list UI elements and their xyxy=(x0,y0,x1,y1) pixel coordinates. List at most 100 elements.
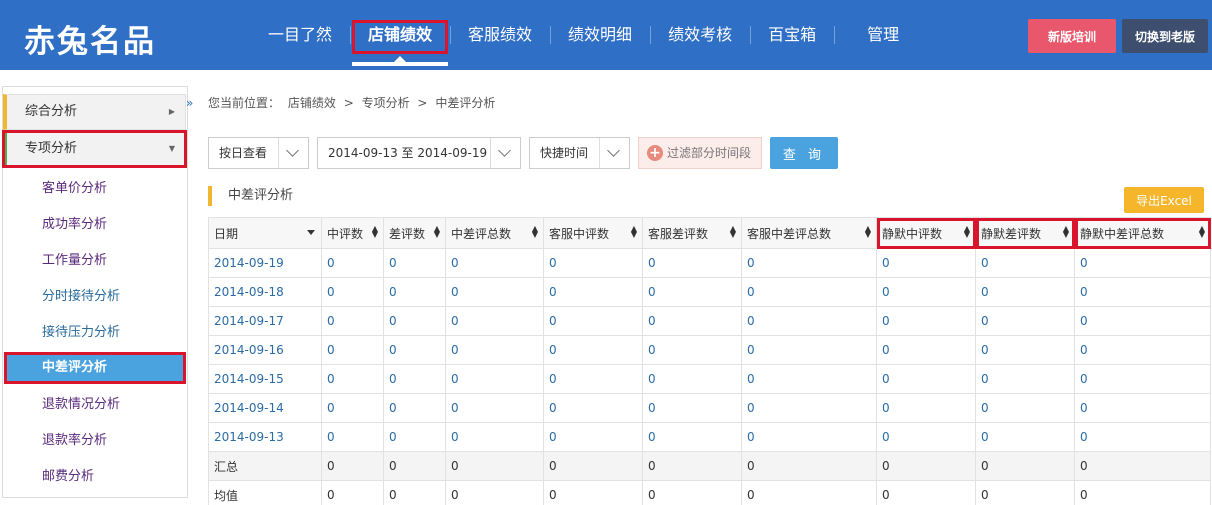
table-cell-value[interactable]: 0 xyxy=(642,393,742,423)
column-header-service-total[interactable]: 客服中差评总数 ▲ ▼ xyxy=(741,217,877,249)
table-cell-value[interactable]: 0 xyxy=(543,335,643,365)
sidebar-group-overall-analysis[interactable]: 综合分析 ▶ xyxy=(3,94,186,130)
table-cell-value[interactable]: 0 xyxy=(741,422,877,452)
table-cell-value[interactable]: 0 xyxy=(741,248,877,278)
breadcrumb-item[interactable]: 专项分析 xyxy=(362,96,410,110)
sidebar-item-workload[interactable]: 工作量分析 xyxy=(4,245,186,277)
table-cell-value[interactable]: 0 xyxy=(321,393,384,423)
column-header-service-bad[interactable]: 客服差评数 ▲ ▼ xyxy=(642,217,742,249)
table-cell-value[interactable]: 0 xyxy=(642,335,742,365)
filter-time-range-button[interactable]: + 过滤部分时间段 xyxy=(638,137,762,169)
table-cell-label[interactable]: 2014-09-19 xyxy=(208,248,322,278)
table-cell-label[interactable]: 2014-09-14 xyxy=(208,393,322,423)
sidebar-item-unit-price[interactable]: 客单价分析 xyxy=(4,173,186,205)
table-cell-value[interactable]: 0 xyxy=(1074,335,1211,365)
table-cell-label[interactable]: 2014-09-17 xyxy=(208,306,322,336)
table-cell-value[interactable]: 0 xyxy=(1074,248,1211,278)
new-training-button[interactable]: 新版培训 xyxy=(1028,19,1116,53)
sidebar-item-bad-review-analysis[interactable]: 中差评分析 xyxy=(4,352,186,384)
sidebar-item-hourly-reception[interactable]: 分时接待分析 xyxy=(4,281,186,313)
table-cell-value[interactable]: 0 xyxy=(445,364,544,394)
table-cell-value[interactable]: 0 xyxy=(321,335,384,365)
table-cell-value[interactable]: 0 xyxy=(642,277,742,307)
table-cell-label[interactable]: 2014-09-18 xyxy=(208,277,322,307)
export-excel-button[interactable]: 导出Excel xyxy=(1124,187,1204,213)
table-cell-value[interactable]: 0 xyxy=(642,248,742,278)
collapse-sidebar-icon[interactable]: » xyxy=(186,96,193,110)
table-cell-value[interactable]: 0 xyxy=(642,364,742,394)
column-header-mid-reviews[interactable]: 中评数 ▲ ▼ xyxy=(321,217,384,249)
table-cell-value[interactable]: 0 xyxy=(445,277,544,307)
table-cell-value[interactable]: 0 xyxy=(321,364,384,394)
table-cell-value[interactable]: 0 xyxy=(741,364,877,394)
column-header-service-mid[interactable]: 客服中评数 ▲ ▼ xyxy=(543,217,643,249)
date-range-select[interactable]: 2014-09-13 至 2014-09-19 xyxy=(317,137,521,169)
table-cell-value[interactable]: 0 xyxy=(1074,393,1211,423)
column-header-bad-reviews[interactable]: 差评数 ▲ ▼ xyxy=(383,217,446,249)
table-cell-value[interactable]: 0 xyxy=(543,306,643,336)
table-cell-value[interactable]: 0 xyxy=(741,393,877,423)
app-logo[interactable]: 赤兔名品 xyxy=(24,16,156,61)
table-cell-value[interactable]: 0 xyxy=(975,335,1075,365)
table-cell-value[interactable]: 0 xyxy=(975,306,1075,336)
table-cell-value[interactable]: 0 xyxy=(321,277,384,307)
nav-manage[interactable]: 管理 xyxy=(834,0,932,70)
query-button[interactable]: 查 询 xyxy=(770,137,838,169)
table-cell-value[interactable]: 0 xyxy=(383,306,446,336)
view-mode-select[interactable]: 按日查看 xyxy=(208,137,309,169)
table-cell-value[interactable]: 0 xyxy=(383,277,446,307)
nav-performance-review[interactable]: 绩效考核 xyxy=(650,0,750,70)
column-header-date[interactable]: 日期 xyxy=(208,217,322,249)
table-cell-value[interactable]: 0 xyxy=(383,248,446,278)
table-cell-value[interactable]: 0 xyxy=(876,422,976,452)
table-cell-label[interactable]: 2014-09-15 xyxy=(208,364,322,394)
table-cell-value[interactable]: 0 xyxy=(321,248,384,278)
table-cell-value[interactable]: 0 xyxy=(876,364,976,394)
table-cell-value[interactable]: 0 xyxy=(876,393,976,423)
table-cell-value[interactable]: 0 xyxy=(383,364,446,394)
table-cell-value[interactable]: 0 xyxy=(445,306,544,336)
table-cell-value[interactable]: 0 xyxy=(876,335,976,365)
table-cell-label[interactable]: 2014-09-16 xyxy=(208,335,322,365)
sidebar-item-postage[interactable]: 邮费分析 xyxy=(4,461,186,493)
column-header-silent-total[interactable]: 静默中差评总数 ▲ ▼ xyxy=(1074,217,1211,249)
nav-toolbox[interactable]: 百宝箱 xyxy=(750,0,834,70)
table-cell-value[interactable]: 0 xyxy=(642,306,742,336)
table-cell-value[interactable]: 0 xyxy=(445,393,544,423)
table-cell-value[interactable]: 0 xyxy=(876,248,976,278)
table-cell-value[interactable]: 0 xyxy=(383,393,446,423)
table-cell-value[interactable]: 0 xyxy=(975,248,1075,278)
nav-performance-detail[interactable]: 绩效明细 xyxy=(550,0,650,70)
table-cell-value[interactable]: 0 xyxy=(741,306,877,336)
sidebar-item-reception-pressure[interactable]: 接待压力分析 xyxy=(4,317,186,349)
sidebar-item-refund-status[interactable]: 退款情况分析 xyxy=(4,389,186,421)
nav-service-performance[interactable]: 客服绩效 xyxy=(450,0,550,70)
table-cell-value[interactable]: 0 xyxy=(1074,277,1211,307)
column-header-total-reviews[interactable]: 中差评总数 ▲ ▼ xyxy=(445,217,544,249)
table-cell-value[interactable]: 0 xyxy=(876,306,976,336)
nav-store-performance[interactable]: 店铺绩效 xyxy=(350,0,450,70)
table-cell-value[interactable]: 0 xyxy=(1074,306,1211,336)
table-cell-value[interactable]: 0 xyxy=(975,277,1075,307)
table-cell-value[interactable]: 0 xyxy=(642,422,742,452)
table-cell-value[interactable]: 0 xyxy=(741,277,877,307)
column-header-silent-bad[interactable]: 静默差评数 ▲ ▼ xyxy=(975,217,1075,249)
table-cell-value[interactable]: 0 xyxy=(383,422,446,452)
table-cell-value[interactable]: 0 xyxy=(1074,364,1211,394)
table-cell-value[interactable]: 0 xyxy=(543,248,643,278)
table-cell-value[interactable]: 0 xyxy=(383,335,446,365)
table-cell-value[interactable]: 0 xyxy=(321,306,384,336)
table-cell-value[interactable]: 0 xyxy=(543,277,643,307)
table-cell-value[interactable]: 0 xyxy=(445,335,544,365)
table-cell-value[interactable]: 0 xyxy=(1074,422,1211,452)
table-cell-value[interactable]: 0 xyxy=(876,277,976,307)
sidebar-group-special-analysis[interactable]: 专项分析 ▼ xyxy=(2,130,187,168)
table-cell-value[interactable]: 0 xyxy=(975,393,1075,423)
sidebar-item-refund-rate[interactable]: 退款率分析 xyxy=(4,425,186,457)
table-cell-value[interactable]: 0 xyxy=(543,393,643,423)
quick-time-select[interactable]: 快捷时间 xyxy=(529,137,630,169)
table-cell-value[interactable]: 0 xyxy=(321,422,384,452)
breadcrumb-item[interactable]: 店铺绩效 xyxy=(288,96,336,110)
table-cell-value[interactable]: 0 xyxy=(543,364,643,394)
table-cell-value[interactable]: 0 xyxy=(543,422,643,452)
